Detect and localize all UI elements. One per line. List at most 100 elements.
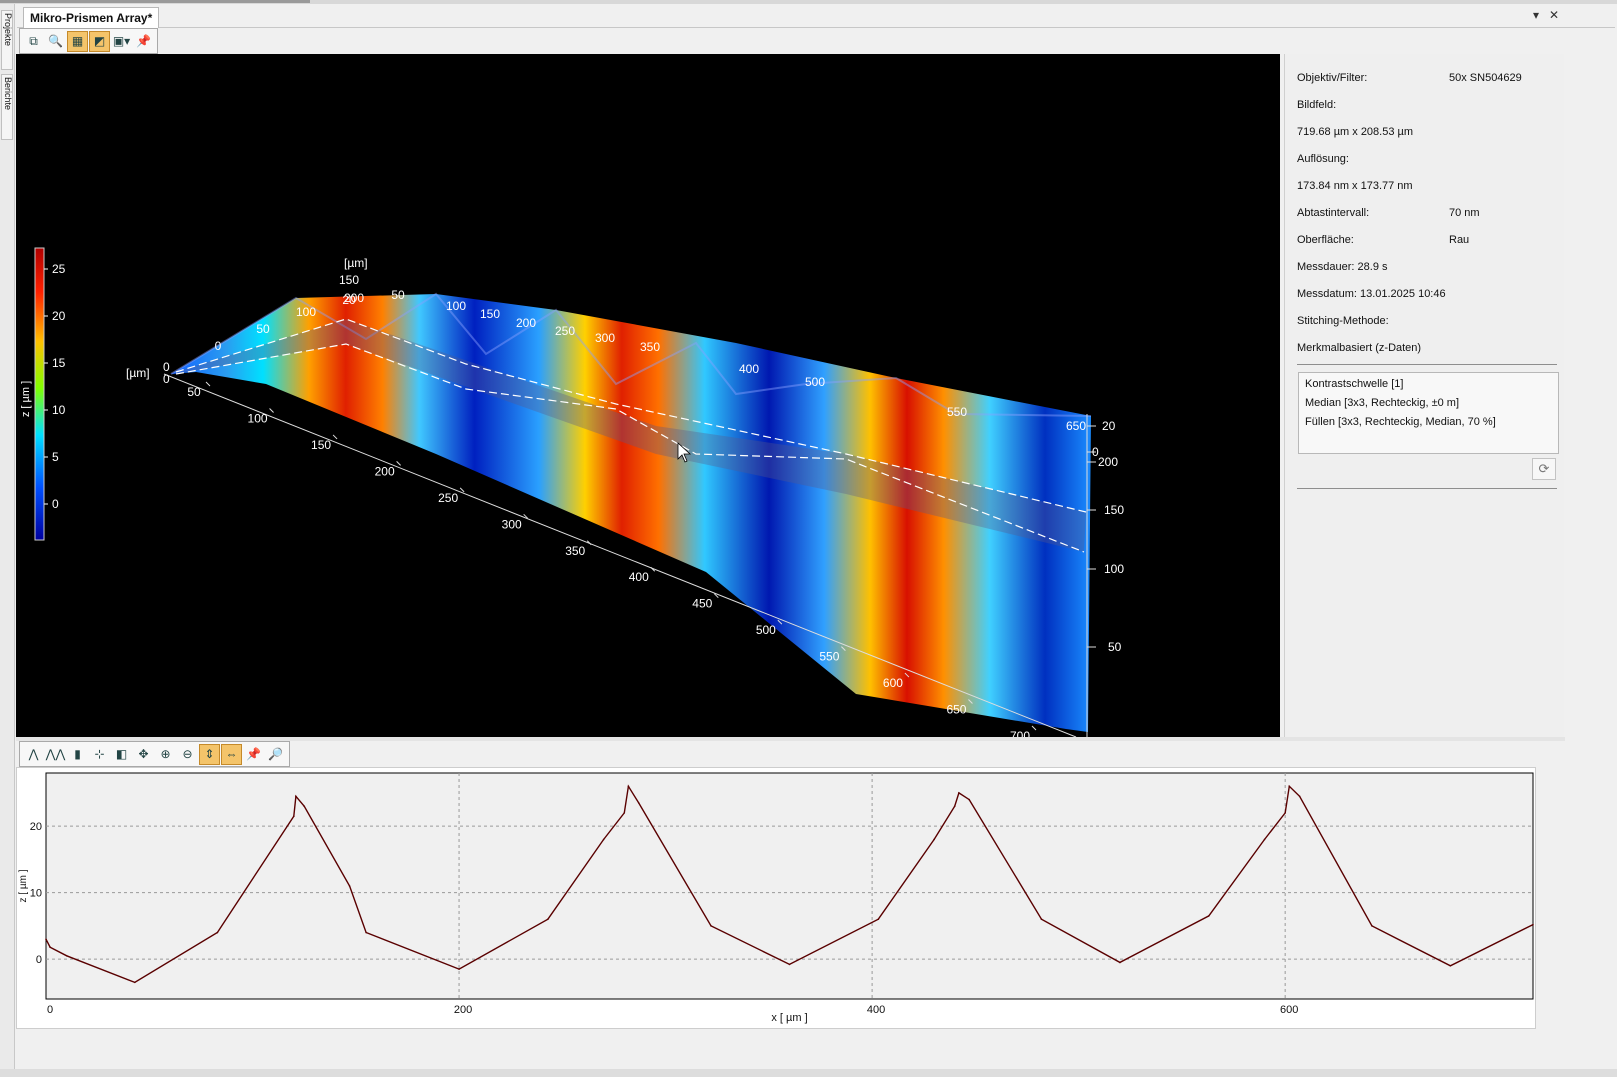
property-label: 719.68 µm x 208.53 µm — [1297, 126, 1414, 138]
back-axis-tick-label: 200 — [516, 316, 536, 330]
pan-icon[interactable]: ✥ — [133, 744, 154, 765]
y-tick-label: 20 — [30, 821, 42, 833]
back-axis-tick-label: 650 — [1066, 419, 1086, 433]
sidebar-tab-label: Berichte — [3, 77, 13, 111]
profile-data-point — [1263, 838, 1266, 841]
colormap-icon[interactable]: ▦ — [67, 30, 88, 52]
property-row: Stitching-Methode: — [1297, 315, 1389, 329]
left-dock-sidebar: Projekte Berichte — [0, 4, 15, 1069]
y-tick-label: 0 — [36, 954, 42, 966]
property-label: Bildfeld: — [1297, 99, 1337, 111]
x-axis-tick-label: 400 — [629, 570, 649, 584]
colorbar-tick-label: 5 — [52, 450, 59, 464]
zoom-reset-icon[interactable]: 🔎 — [265, 744, 286, 765]
back-axis-tick-label: 400 — [739, 362, 759, 376]
fill-icon[interactable]: ▮ — [67, 744, 88, 765]
property-label: Stitching-Methode: — [1297, 315, 1389, 327]
x-axis-tick-label: 450 — [692, 597, 712, 611]
profile-data-point — [1298, 795, 1301, 798]
close-icon[interactable]: ✕ — [1549, 8, 1559, 22]
fit-vertical-icon[interactable]: ⇕ — [199, 743, 220, 765]
profile-chart[interactable]: 0 200 400 600 0 10 20 x [ µm ] z [ µm ] — [16, 767, 1536, 1029]
profile-data-point — [45, 938, 47, 940]
profile-data-point — [295, 795, 297, 798]
profile-data-point — [1119, 961, 1121, 964]
zoom-icon[interactable]: 🔍 — [45, 31, 66, 52]
filter-item[interactable]: Kontrastschwelle [1] — [1305, 378, 1552, 397]
profile-data-point — [303, 805, 305, 808]
property-label: Messdatum: 13.01.2025 10:46 — [1297, 288, 1446, 300]
cursor-icon[interactable]: ⊹ — [89, 744, 110, 765]
document-tab[interactable]: Mikro-Prismen Array* — [23, 7, 160, 28]
profile-data-point — [1449, 964, 1452, 967]
x-axis-tick-label: 300 — [502, 517, 522, 531]
window-top-accent — [0, 0, 310, 3]
property-row: Auflösung: — [1297, 153, 1349, 167]
property-row: Messdatum: 13.01.2025 10:46 — [1297, 288, 1446, 302]
y-tick-label: 10 — [30, 888, 42, 900]
profile-data-point — [953, 805, 956, 808]
profile-data-point — [602, 838, 605, 841]
copy-icon[interactable]: ⧉ — [23, 31, 44, 52]
profile-data-point — [365, 931, 367, 934]
3d-surface-canvas[interactable]: z [ µm ] 2520151050 50100150200250300350… — [16, 54, 1280, 737]
profile-data-point — [623, 812, 626, 814]
profile-data-point — [1532, 923, 1534, 926]
profile-data-point — [788, 963, 791, 966]
x-axis-unit: [µm] — [344, 256, 368, 270]
sidebar-tab-projects[interactable]: Projekte — [1, 10, 13, 70]
y-axis-tick-label: 200 — [344, 291, 364, 305]
fit-horizontal-icon[interactable]: ⇔ — [221, 743, 242, 765]
document-tab-bar: Mikro-Prismen Array* ▾ ✕ — [17, 4, 1615, 28]
profile-data-point — [968, 798, 970, 801]
y-axis-tick-label: 50 — [256, 322, 270, 336]
profile-data-point — [348, 885, 351, 887]
view-options-icon[interactable]: ▣▾ — [111, 31, 132, 52]
property-label: Objektiv/Filter: — [1297, 72, 1368, 84]
profile-icon[interactable]: ⋀ — [23, 744, 44, 765]
profile-data-point — [547, 918, 549, 921]
profile-chart-canvas[interactable]: 0 200 400 600 0 10 20 x [ µm ] z [ µm ] — [17, 768, 1535, 1028]
x-axis-tick-label: 500 — [756, 623, 776, 637]
property-value: 70 nm — [1449, 207, 1480, 219]
right-axis-tick-label: 150 — [1104, 503, 1124, 517]
profile-data-point — [1284, 812, 1286, 814]
back-axis-tick-label: 50 — [391, 288, 405, 302]
back-axis-tick-label: 350 — [640, 340, 660, 354]
right-axis-tick-label: 50 — [1108, 640, 1122, 654]
profile-data-point — [637, 802, 640, 804]
chevron-down-icon[interactable]: ▾ — [1533, 8, 1539, 22]
x-tick-label: 200 — [454, 1004, 472, 1016]
contrast-icon[interactable]: ◧ — [111, 744, 132, 765]
sidebar-tab-label: Projekte — [3, 13, 13, 47]
toolbar-3d-group: ⧉ 🔍 ▦ ◩ ▣▾ 📌 — [19, 28, 158, 54]
property-label: Merkmalbasiert (z-Daten) — [1297, 342, 1422, 354]
filter-item[interactable]: Füllen [3x3, Rechteckig, Median, 70 %] — [1305, 416, 1552, 435]
x-axis-tick-label: 50 — [187, 385, 201, 399]
filter-item[interactable]: Median [3x3, Rechteckig, ±0 m] — [1305, 397, 1552, 416]
texture-icon[interactable]: ◩ — [89, 30, 110, 52]
properties-panel: Objektiv/Filter: 50x SN504629 Bildfeld: 719… — [1284, 54, 1564, 737]
back-axis-tick-label: 300 — [595, 331, 615, 345]
property-row: Oberfläche: Rau — [1297, 234, 1469, 248]
pin-icon[interactable]: 📌 — [133, 31, 154, 52]
refresh-button[interactable]: ⟳ — [1532, 458, 1556, 480]
profile-data-point — [49, 946, 51, 948]
pin-icon[interactable]: 📌 — [243, 744, 264, 765]
x-axis-tick-label: 100 — [248, 411, 268, 425]
property-row: Merkmalbasiert (z-Daten) — [1297, 342, 1421, 356]
back-axis-tick-label: 550 — [947, 405, 967, 419]
zoom-in-icon[interactable]: ⊕ — [155, 744, 176, 765]
profile-data-point — [65, 954, 68, 957]
x-axis-tick-label: 350 — [565, 544, 585, 558]
property-label: Auflösung: — [1297, 153, 1349, 165]
3d-surface-view[interactable]: z [ µm ] 25 20 15 10 5 0 50 100 150 200 250 300 350… — [16, 54, 1280, 737]
multi-profile-icon[interactable]: ⋀⋀ — [45, 744, 66, 765]
sidebar-tab-reports[interactable]: Berichte — [1, 74, 13, 140]
colorbar-tick-label: 10 — [52, 403, 66, 417]
x-axis-tick-label: 650 — [946, 703, 966, 717]
colorbar-tick-label: 25 — [52, 262, 66, 276]
profile-data-point — [1040, 918, 1043, 921]
back-axis-tick-label: 250 — [555, 324, 575, 338]
zoom-out-icon[interactable]: ⊖ — [177, 744, 198, 765]
